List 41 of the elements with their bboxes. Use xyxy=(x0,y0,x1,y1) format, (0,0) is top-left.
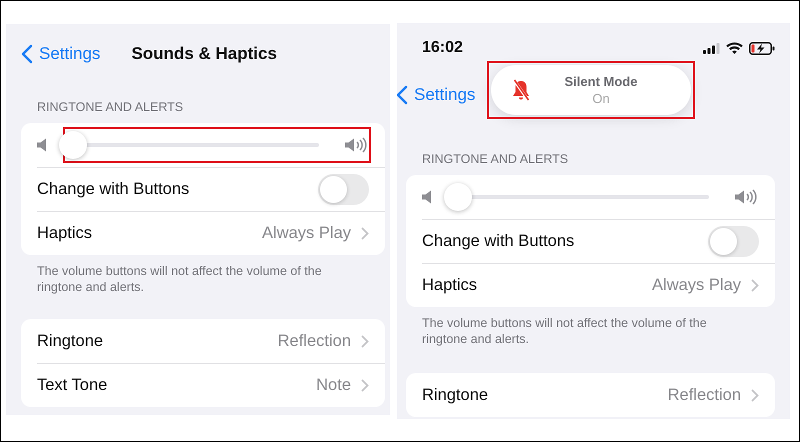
banner-status: On xyxy=(592,90,610,107)
chevron-right-icon xyxy=(361,378,369,392)
row-label: Ringtone xyxy=(422,386,490,404)
row-value: Note xyxy=(316,376,351,394)
row-value: Always Play xyxy=(652,276,741,294)
speaker-high-icon xyxy=(345,137,369,153)
row-label: Haptics xyxy=(422,276,478,294)
row-value: Reflection xyxy=(278,332,351,350)
row-value: Reflection xyxy=(668,386,741,404)
signal-icon xyxy=(703,42,720,54)
chevron-right-icon xyxy=(361,226,369,240)
speaker-high-icon xyxy=(735,189,759,205)
status-time: 16:02 xyxy=(422,39,463,57)
back-chevron-icon xyxy=(397,85,408,105)
row-value: Always Play xyxy=(262,224,351,242)
row-label: Ringtone xyxy=(37,332,104,350)
toggle-switch[interactable] xyxy=(318,174,369,204)
back-button[interactable]: Settings xyxy=(21,44,100,64)
battery-charging-icon xyxy=(749,42,775,54)
chevron-right-icon xyxy=(361,334,369,348)
wifi-icon xyxy=(726,42,743,54)
page-title: Sounds & Haptics xyxy=(131,44,277,64)
speaker-low-icon xyxy=(37,138,47,152)
section-header: RINGTONE AND ALERTS xyxy=(37,99,184,115)
back-button[interactable]: Settings xyxy=(397,85,476,105)
chevron-right-icon xyxy=(751,278,759,292)
row-label: Haptics xyxy=(37,224,94,242)
slider-thumb[interactable] xyxy=(59,131,87,159)
speaker-low-icon xyxy=(422,190,432,204)
back-chevron-icon xyxy=(21,44,33,64)
row-label: Change with Buttons xyxy=(422,232,576,250)
section-header: RINGTONE AND ALERTS xyxy=(422,151,570,167)
chevron-right-icon xyxy=(751,388,759,402)
bell-slash-icon xyxy=(511,79,531,101)
section-footer: The volume buttons will not affect the volume of the ringtone and alerts. xyxy=(422,315,735,347)
banner-title: Silent Mode xyxy=(564,73,638,90)
row-label: Change with Buttons xyxy=(37,180,190,198)
row-label: Text Tone xyxy=(37,376,108,394)
toggle-switch[interactable] xyxy=(708,226,759,256)
slider-thumb[interactable] xyxy=(444,183,472,211)
section-footer: The volume buttons will not affect the volume of the ringtone and alerts. xyxy=(37,263,345,295)
